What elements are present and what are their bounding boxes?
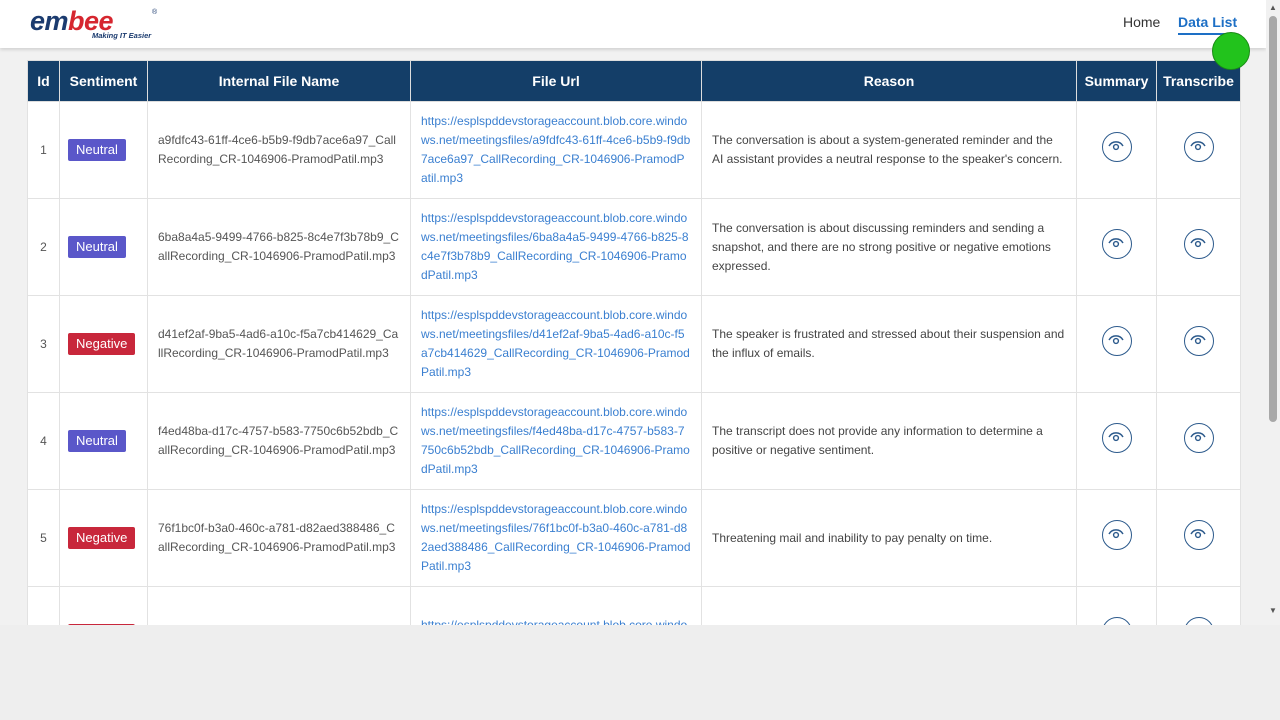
transcribe-cell	[1156, 489, 1241, 587]
row-id: 2	[27, 198, 60, 296]
scroll-down-arrow-icon[interactable]: ▼	[1269, 606, 1277, 615]
file-url-link[interactable]: https://esplspddevstorageaccount.blob.co…	[410, 198, 702, 296]
internal-file-name: 939c3399-faeb-4c56-aa69-	[147, 586, 411, 625]
sentiment-cell: Negative	[59, 489, 148, 587]
file-url-link[interactable]: https://esplspddevstorageaccount.blob.co…	[410, 392, 702, 490]
summary-cell	[1076, 392, 1157, 490]
sentiment-badge: Neutral	[68, 236, 126, 258]
sentiment-cell: Neutral	[59, 198, 148, 296]
sentiment-cell: Negative	[59, 586, 148, 625]
column-header-reason[interactable]: Reason	[701, 60, 1077, 102]
transcribe-eye-icon[interactable]	[1183, 617, 1214, 625]
column-header-summary[interactable]: Summary	[1076, 60, 1157, 102]
sentiment-cell: Neutral	[59, 392, 148, 490]
internal-file-name: 6ba8a4a5-9499-4766-b825-8c4e7f3b78b9_Cal…	[147, 198, 411, 296]
vertical-scrollbar[interactable]: ▲ ▼	[1266, 0, 1280, 625]
table-row: 4 Neutral f4ed48ba-d17c-4757-b583-7750c6b5…	[27, 392, 1241, 490]
internal-file-name: a9fdfc43-61ff-4ce6-b5b9-f9db7ace6a97_Cal…	[147, 101, 411, 199]
summary-eye-icon[interactable]	[1101, 520, 1132, 550]
summary-cell	[1076, 295, 1157, 393]
sentiment-badge: Neutral	[68, 139, 126, 161]
sentiment-badge: Negative	[68, 333, 136, 355]
summary-cell	[1076, 586, 1157, 625]
row-id: 3	[27, 295, 60, 393]
app-viewport: embee ® Making IT Easier Home Data List …	[0, 0, 1267, 625]
reason-text: Threatening mail and inability to pay pe…	[701, 489, 1077, 587]
summary-eye-icon[interactable]	[1101, 423, 1132, 453]
sentiment-cell: Negative	[59, 295, 148, 393]
column-header-file-url[interactable]: File Url	[410, 60, 702, 102]
cursor-indicator	[1212, 32, 1250, 70]
embee-logo[interactable]: embee ® Making IT Easier	[30, 6, 160, 42]
sentiment-badge: Negative	[68, 527, 136, 549]
table-row: 2 Neutral 6ba8a4a5-9499-4766-b825-8c4e7f3b…	[27, 198, 1241, 296]
row-id: 5	[27, 489, 60, 587]
transcribe-cell	[1156, 101, 1241, 199]
transcribe-eye-icon[interactable]	[1183, 423, 1214, 453]
reason-text: The conversation is about discussing rem…	[701, 198, 1077, 296]
data-list-table: Id Sentiment Internal File Name File Url…	[27, 60, 1241, 625]
transcribe-cell	[1156, 198, 1241, 296]
row-id: 1	[27, 101, 60, 199]
column-header-sentiment[interactable]: Sentiment	[59, 60, 148, 102]
table-header-row: Id Sentiment Internal File Name File Url…	[27, 60, 1241, 102]
reason-text: The conversation is about a system-gener…	[701, 101, 1077, 199]
row-id: 4	[27, 392, 60, 490]
column-header-id[interactable]: Id	[27, 60, 60, 102]
row-id: 6	[27, 586, 60, 625]
scroll-up-arrow-icon[interactable]: ▲	[1269, 3, 1277, 12]
internal-file-name: 76f1bc0f-b3a0-460c-a781-d82aed388486_Cal…	[147, 489, 411, 587]
internal-file-name: d41ef2af-9ba5-4ad6-a10c-f5a7cb414629_Cal…	[147, 295, 411, 393]
sentiment-cell: Neutral	[59, 101, 148, 199]
reason-text: The transcript does not provide any info…	[701, 392, 1077, 490]
table-row: 3 Negative d41ef2af-9ba5-4ad6-a10c-f5a7cb4…	[27, 295, 1241, 393]
transcribe-eye-icon[interactable]	[1183, 520, 1214, 550]
column-header-file-name[interactable]: Internal File Name	[147, 60, 411, 102]
reason-text: The speaker is frustrated and stressed a…	[701, 295, 1077, 393]
transcribe-eye-icon[interactable]	[1183, 132, 1214, 162]
empty-area	[0, 625, 1280, 720]
summary-cell	[1076, 101, 1157, 199]
summary-eye-icon[interactable]	[1101, 132, 1132, 162]
transcribe-eye-icon[interactable]	[1183, 326, 1214, 356]
summary-cell	[1076, 489, 1157, 587]
table-row: 5 Negative 76f1bc0f-b3a0-460c-a781-d82aed3…	[27, 489, 1241, 587]
file-url-link[interactable]: https://esplspddevstorageaccount.blob.co…	[410, 586, 702, 625]
nav-home-link[interactable]: Home	[1123, 13, 1160, 31]
file-url-link[interactable]: https://esplspddevstorageaccount.blob.co…	[410, 489, 702, 587]
summary-eye-icon[interactable]	[1101, 229, 1132, 259]
navbar: embee ® Making IT Easier Home Data List	[0, 0, 1266, 48]
summary-eye-icon[interactable]	[1101, 617, 1132, 625]
summary-eye-icon[interactable]	[1101, 326, 1132, 356]
transcribe-cell	[1156, 586, 1241, 625]
transcribe-eye-icon[interactable]	[1183, 229, 1214, 259]
internal-file-name: f4ed48ba-d17c-4757-b583-7750c6b52bdb_Cal…	[147, 392, 411, 490]
file-url-link[interactable]: https://esplspddevstorageaccount.blob.co…	[410, 295, 702, 393]
transcribe-cell	[1156, 392, 1241, 490]
logo-tagline: Making IT Easier	[92, 31, 152, 40]
reason-text: The speaker is upset and stressed about …	[701, 586, 1077, 625]
summary-cell	[1076, 198, 1157, 296]
scrollbar-thumb[interactable]	[1269, 16, 1277, 422]
sentiment-badge: Neutral	[68, 430, 126, 452]
transcribe-cell	[1156, 295, 1241, 393]
table-row: 6Negative939c3399-faeb-4c56-aa69-https:/…	[27, 586, 1241, 625]
table-row: 1 Neutral a9fdfc43-61ff-4ce6-b5b9-f9db7ace…	[27, 101, 1241, 199]
file-url-link[interactable]: https://esplspddevstorageaccount.blob.co…	[410, 101, 702, 199]
